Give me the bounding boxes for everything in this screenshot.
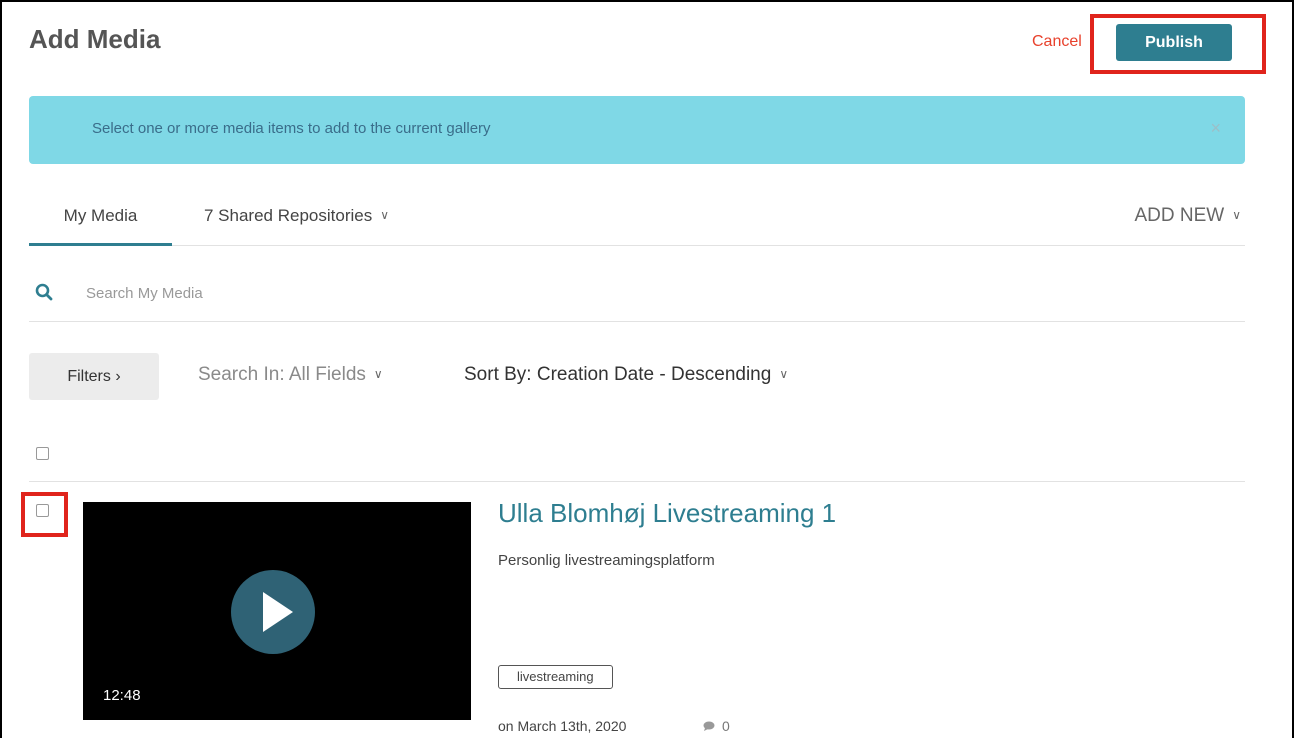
media-tabs: My Media 7 Shared Repositories ∨ ADD NEW ∨: [29, 190, 1245, 246]
close-icon[interactable]: ×: [1210, 118, 1221, 139]
sort-by-dropdown[interactable]: Sort By: Creation Date - Descending ∨: [464, 364, 788, 386]
search-bar: [29, 270, 1245, 322]
comment-icon: [703, 721, 715, 731]
chevron-down-icon: ∨: [380, 208, 390, 222]
comment-count: 0: [722, 718, 730, 734]
search-icon[interactable]: [35, 283, 53, 301]
chevron-down-icon: ∨: [373, 367, 383, 381]
media-item-checkbox[interactable]: [36, 504, 49, 517]
search-in-label: Search In: All Fields: [198, 364, 366, 385]
sort-by-label: Sort By: Creation Date - Descending: [464, 364, 772, 385]
divider: [29, 481, 1245, 482]
media-thumbnail[interactable]: 12:48: [83, 502, 471, 720]
chevron-down-icon: ∨: [779, 367, 789, 381]
search-in-dropdown[interactable]: Search In: All Fields ∨: [198, 364, 383, 386]
media-title[interactable]: Ulla Blomhøj Livestreaming 1: [498, 498, 836, 529]
filters-label: Filters: [67, 367, 111, 385]
cancel-link[interactable]: Cancel: [1032, 33, 1082, 51]
add-new-label: ADD NEW: [1134, 205, 1225, 226]
tab-my-media[interactable]: My Media: [29, 190, 172, 246]
tab-label: 7 Shared Repositories: [204, 206, 373, 225]
search-input[interactable]: [86, 280, 686, 306]
chevron-right-icon: ›: [115, 367, 121, 385]
tab-shared-repositories[interactable]: 7 Shared Repositories ∨: [204, 190, 389, 246]
publish-button[interactable]: Publish: [1116, 24, 1232, 61]
chevron-down-icon: ∨: [1232, 208, 1241, 222]
media-duration: 12:48: [103, 687, 141, 704]
alert-message: Select one or more media items to add to…: [92, 120, 491, 137]
add-new-dropdown[interactable]: ADD NEW ∨: [1134, 190, 1241, 243]
select-all-checkbox[interactable]: [36, 447, 49, 460]
filters-button[interactable]: Filters ›: [29, 353, 159, 400]
page-title: Add Media: [29, 24, 161, 54]
media-description: Personlig livestreamingsplatform: [498, 552, 715, 569]
info-alert: Select one or more media items to add to…: [29, 96, 1245, 164]
play-icon[interactable]: [231, 570, 315, 654]
media-tag[interactable]: livestreaming: [498, 665, 613, 689]
media-date: on March 13th, 2020: [498, 718, 627, 734]
tab-label: My Media: [63, 206, 138, 225]
